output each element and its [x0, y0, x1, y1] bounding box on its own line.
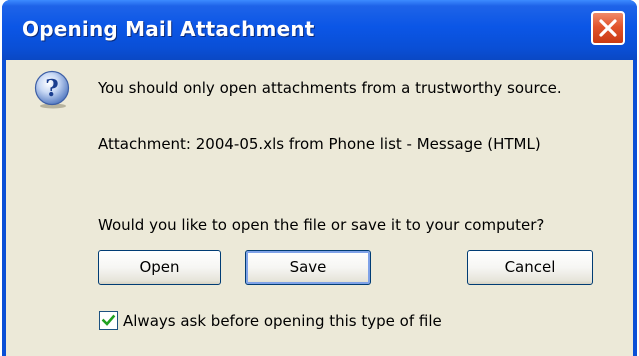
warning-message: You should only open attachments from a …	[98, 79, 562, 97]
dialog-body: ? You should only open attachments from …	[6, 60, 633, 356]
title-bar[interactable]: Opening Mail Attachment	[2, 0, 637, 60]
dialog-window: Opening Mail Attachment ? You should onl…	[2, 0, 637, 356]
question-icon: ?	[34, 70, 70, 109]
prompt-message: Would you like to open the file or save …	[98, 216, 545, 234]
dialog-title: Opening Mail Attachment	[22, 17, 315, 41]
close-icon	[599, 19, 617, 37]
save-button[interactable]: Save	[245, 250, 371, 285]
attachment-info: Attachment: 2004-05.xls from Phone list …	[98, 135, 541, 153]
cancel-button[interactable]: Cancel	[467, 250, 593, 285]
always-ask-label[interactable]: Always ask before opening this type of f…	[123, 312, 442, 330]
open-button[interactable]: Open	[98, 250, 221, 285]
svg-text:?: ?	[45, 75, 58, 102]
always-ask-checkbox[interactable]	[99, 311, 118, 330]
close-button[interactable]	[591, 11, 625, 45]
checkmark-icon	[101, 314, 116, 326]
